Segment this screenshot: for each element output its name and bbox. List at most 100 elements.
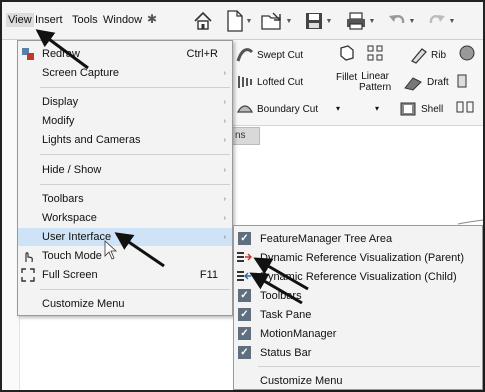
boundary-cut-label: Boundary Cut bbox=[257, 103, 319, 115]
draft-icon bbox=[404, 77, 422, 91]
shell-icon bbox=[400, 102, 416, 116]
submenu-item-task-pane[interactable]: ✓ Task Pane bbox=[234, 305, 482, 324]
checkmark-icon: ✓ bbox=[238, 289, 251, 302]
menu-item-toolbars-label: Toolbars bbox=[42, 193, 84, 205]
menu-item-toolbars[interactable]: Toolbars › bbox=[18, 190, 232, 208]
rib-icon bbox=[411, 48, 427, 64]
boundary-cut-icon bbox=[236, 105, 254, 113]
new-document-icon[interactable]: ▼ bbox=[224, 6, 254, 36]
menu-item-full-screen[interactable]: Full Screen F11 bbox=[18, 266, 232, 284]
rib-label: Rib bbox=[431, 49, 447, 61]
menu-item-lights-and-cameras[interactable]: Lights and Cameras › bbox=[18, 131, 232, 149]
linear-pattern-icon bbox=[367, 45, 383, 61]
submenu-item-status-bar[interactable]: ✓ Status Bar bbox=[234, 343, 482, 362]
submenu-item-motionmanager[interactable]: ✓ MotionManager bbox=[234, 324, 482, 343]
submenu-arrow-icon: › bbox=[223, 117, 226, 125]
draft-button[interactable]: Draft bbox=[402, 73, 449, 91]
features-toolbar: Swept Cut Lofted Cut Boundary Cut Fillet… bbox=[232, 40, 483, 126]
menu-item-hide-show-label: Hide / Show bbox=[42, 164, 102, 176]
open-folder-icon[interactable]: ▼ bbox=[258, 6, 294, 36]
submenu-arrow-icon: › bbox=[223, 214, 226, 222]
menu-insert[interactable]: Insert bbox=[35, 14, 63, 26]
submenu-item-dynamic-ref-child[interactable]: Dynamic Reference Visualization (Child) bbox=[234, 267, 482, 286]
submenu-item-motionmanager-label: MotionManager bbox=[260, 327, 337, 340]
menu-item-redraw-shortcut: Ctrl+R bbox=[186, 48, 218, 60]
fullscreen-icon bbox=[21, 268, 35, 282]
submenu-arrow-icon: › bbox=[223, 98, 226, 106]
submenu-arrow-icon: › bbox=[223, 195, 226, 203]
command-tab-strip[interactable]: ns bbox=[232, 127, 260, 145]
draft-label: Draft bbox=[427, 76, 449, 88]
submenu-item-customize-menu-label: Customize Menu bbox=[260, 374, 343, 387]
checkmark-icon: ✓ bbox=[238, 327, 251, 340]
menu-item-display-label: Display bbox=[42, 96, 79, 108]
shell-label: Shell bbox=[421, 103, 444, 115]
menu-item-customize-menu[interactable]: Customize Menu bbox=[18, 295, 232, 313]
pin-icon[interactable]: ✱ bbox=[147, 12, 157, 26]
menu-view[interactable]: View bbox=[6, 13, 34, 27]
wrap-icon bbox=[459, 45, 475, 61]
view-menu-dropdown: Redraw Ctrl+R Screen Capture › Display ›… bbox=[17, 40, 233, 316]
redo-icon[interactable]: ▼ bbox=[424, 6, 458, 36]
menu-bar: View Insert Tools Window ✱ ▼ ▼ ▼ ▼ ▼ ▼ bbox=[2, 2, 483, 40]
swept-cut-icon bbox=[236, 48, 254, 62]
fillet-button[interactable]: Fillet bbox=[336, 44, 357, 83]
menu-item-user-interface[interactable]: User Interface › bbox=[18, 228, 232, 246]
checkmark-icon: ✓ bbox=[238, 232, 251, 245]
rib-button[interactable]: Rib bbox=[410, 46, 446, 64]
linear-pattern-label-1: Linear bbox=[361, 71, 390, 82]
menu-item-display[interactable]: Display › bbox=[18, 93, 232, 111]
linear-pattern-button[interactable]: Linear Pattern bbox=[359, 44, 391, 93]
menu-window[interactable]: Window bbox=[103, 14, 142, 26]
linear-pattern-label-2: Pattern bbox=[359, 82, 392, 93]
mirror-icon bbox=[456, 101, 474, 113]
wrap-button[interactable] bbox=[456, 44, 481, 62]
boundary-cut-button[interactable]: Boundary Cut bbox=[236, 100, 318, 118]
linear-pattern-dropdown[interactable]: ▾ bbox=[375, 104, 379, 113]
submenu-item-toolbars[interactable]: ✓ Toolbars bbox=[234, 286, 482, 305]
menu-item-full-screen-shortcut: F11 bbox=[199, 269, 218, 281]
lofted-cut-button[interactable]: Lofted Cut bbox=[236, 73, 303, 91]
mirror-button[interactable] bbox=[456, 98, 477, 116]
home-icon[interactable] bbox=[190, 6, 216, 36]
menu-separator bbox=[40, 154, 230, 155]
submenu-item-featuremanager-tree-area-label: FeatureManager Tree Area bbox=[260, 232, 393, 245]
menu-item-redraw[interactable]: Redraw Ctrl+R bbox=[18, 45, 232, 63]
menu-item-hide-show[interactable]: Hide / Show › bbox=[18, 161, 232, 179]
menu-item-screen-capture-label: Screen Capture bbox=[42, 67, 120, 79]
touch-icon bbox=[25, 252, 33, 263]
print-icon[interactable]: ▼ bbox=[342, 6, 378, 36]
submenu-arrow-icon: › bbox=[223, 233, 226, 241]
intersect-button[interactable] bbox=[456, 71, 477, 89]
lofted-cut-label: Lofted Cut bbox=[257, 76, 304, 88]
menu-item-touch-mode-label: Touch Mode bbox=[42, 250, 102, 262]
menu-item-modify[interactable]: Modify › bbox=[18, 112, 232, 130]
submenu-item-dynamic-ref-child-label: Dynamic Reference Visualization (Child) bbox=[260, 270, 457, 283]
undo-icon[interactable]: ▼ bbox=[384, 6, 418, 36]
shell-button[interactable]: Shell bbox=[398, 100, 443, 118]
menu-item-customize-menu-label: Customize Menu bbox=[42, 298, 125, 310]
submenu-arrow-icon: › bbox=[223, 166, 226, 174]
swept-cut-label: Swept Cut bbox=[257, 49, 304, 61]
checkmark-icon: ✓ bbox=[238, 346, 251, 359]
save-icon[interactable]: ▼ bbox=[300, 6, 336, 36]
menu-item-touch-mode[interactable]: Touch Mode bbox=[18, 247, 232, 265]
menu-item-workspace[interactable]: Workspace › bbox=[18, 209, 232, 227]
menu-item-lights-and-cameras-label: Lights and Cameras bbox=[42, 134, 141, 146]
menu-item-modify-label: Modify bbox=[42, 115, 75, 127]
submenu-item-customize-menu[interactable]: Customize Menu bbox=[234, 371, 482, 390]
submenu-item-dynamic-ref-parent-label: Dynamic Reference Visualization (Parent) bbox=[260, 251, 464, 264]
submenu-item-toolbars-label: Toolbars bbox=[260, 289, 302, 302]
menu-separator bbox=[40, 289, 230, 290]
menu-tools[interactable]: Tools bbox=[72, 14, 98, 26]
intersect-icon bbox=[457, 74, 467, 88]
submenu-item-featuremanager-tree-area[interactable]: ✓ FeatureManager Tree Area bbox=[234, 229, 482, 248]
fillet-dropdown[interactable]: ▾ bbox=[336, 104, 340, 113]
checkmark-icon: ✓ bbox=[238, 308, 251, 321]
parent-ref-icon bbox=[237, 252, 252, 262]
menu-item-screen-capture[interactable]: Screen Capture › bbox=[18, 64, 232, 82]
submenu-arrow-icon: › bbox=[223, 69, 226, 77]
fillet-icon bbox=[339, 45, 354, 61]
submenu-item-dynamic-ref-parent[interactable]: Dynamic Reference Visualization (Parent) bbox=[234, 248, 482, 267]
swept-cut-button[interactable]: Swept Cut bbox=[236, 46, 303, 64]
